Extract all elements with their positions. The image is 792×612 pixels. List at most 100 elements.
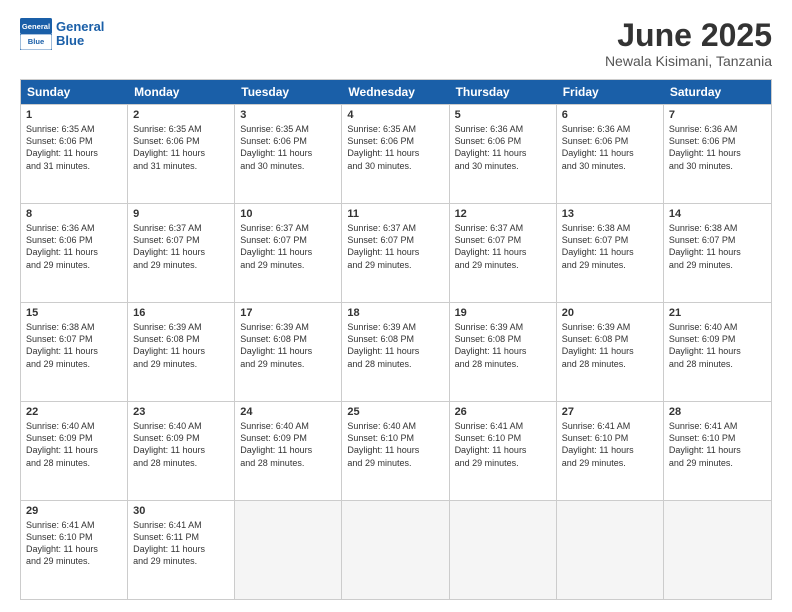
- day-info: Sunrise: 6:41 AM Sunset: 6:10 PM Dayligh…: [26, 519, 122, 568]
- calendar-cell-7: 7Sunrise: 6:36 AM Sunset: 6:06 PM Daylig…: [664, 105, 771, 203]
- day-number: 1: [26, 109, 122, 121]
- day-number: 24: [240, 406, 336, 418]
- calendar-cell-29: 29 Sunrise: 6:41 AM Sunset: 6:10 PM Dayli…: [21, 501, 128, 599]
- day-number: 16: [133, 307, 229, 319]
- day-number: 20: [562, 307, 658, 319]
- calendar-cell-13: 13Sunrise: 6:38 AM Sunset: 6:07 PM Dayli…: [557, 204, 664, 302]
- svg-text:General: General: [22, 22, 50, 31]
- day-number: 23: [133, 406, 229, 418]
- calendar-cell-17: 17 Sunrise: 6:39 AM Sunset: 6:08 PM Dayli…: [235, 303, 342, 401]
- day-number: 28: [669, 406, 766, 418]
- calendar-row-1: 1 Sunrise: 6:35 AM Sunset: 6:06 PM Daylig…: [21, 104, 771, 203]
- calendar-row-5: 29 Sunrise: 6:41 AM Sunset: 6:10 PM Dayli…: [21, 500, 771, 599]
- calendar-header-thursday: Thursday: [450, 80, 557, 104]
- day-info: Sunrise: 6:40 AM Sunset: 6:09 PM Dayligh…: [669, 321, 766, 370]
- day-info: Sunrise: 6:35 AM Sunset: 6:06 PM Dayligh…: [347, 123, 443, 172]
- calendar-cell-18: 18 Sunrise: 6:39 AM Sunset: 6:08 PM Dayli…: [342, 303, 449, 401]
- calendar-cell-12: 12 Sunrise: 6:37 AM Sunset: 6:07 PM Dayli…: [450, 204, 557, 302]
- day-number: 29: [26, 505, 122, 517]
- calendar-cell-27: 27Sunrise: 6:41 AM Sunset: 6:10 PM Dayli…: [557, 402, 664, 500]
- calendar-row-3: 15 Sunrise: 6:38 AM Sunset: 6:07 PM Dayli…: [21, 302, 771, 401]
- day-info: Sunrise: 6:37 AM Sunset: 6:07 PM Dayligh…: [133, 222, 229, 271]
- calendar-cell-24: 24 Sunrise: 6:40 AM Sunset: 6:09 PM Dayli…: [235, 402, 342, 500]
- calendar-cell-11: 11 Sunrise: 6:37 AM Sunset: 6:07 PM Dayli…: [342, 204, 449, 302]
- page: General Blue GeneralBlue June 2025 Newal…: [0, 0, 792, 612]
- calendar-cell-1: 1 Sunrise: 6:35 AM Sunset: 6:06 PM Daylig…: [21, 105, 128, 203]
- day-number: 7: [669, 109, 766, 121]
- day-info: Sunrise: 6:36 AM Sunset: 6:06 PM Dayligh…: [455, 123, 551, 172]
- day-number: 3: [240, 109, 336, 121]
- day-info: Sunrise: 6:38 AM Sunset: 6:07 PM Dayligh…: [562, 222, 658, 271]
- calendar-cell-20: 20 Sunrise: 6:39 AM Sunset: 6:08 PM Dayli…: [557, 303, 664, 401]
- day-info: Sunrise: 6:40 AM Sunset: 6:10 PM Dayligh…: [347, 420, 443, 469]
- calendar-cell-16: 16Sunrise: 6:39 AM Sunset: 6:08 PM Dayli…: [128, 303, 235, 401]
- day-number: 10: [240, 208, 336, 220]
- calendar-header: SundayMondayTuesdayWednesdayThursdayFrid…: [21, 80, 771, 104]
- day-number: 22: [26, 406, 122, 418]
- calendar-cell-empty: [342, 501, 449, 599]
- calendar-cell-21: 21Sunrise: 6:40 AM Sunset: 6:09 PM Dayli…: [664, 303, 771, 401]
- calendar-cell-5: 5 Sunrise: 6:36 AM Sunset: 6:06 PM Daylig…: [450, 105, 557, 203]
- logo: General Blue GeneralBlue: [20, 18, 104, 50]
- calendar-body: 1 Sunrise: 6:35 AM Sunset: 6:06 PM Daylig…: [21, 104, 771, 599]
- header: General Blue GeneralBlue June 2025 Newal…: [20, 18, 772, 69]
- day-info: Sunrise: 6:35 AM Sunset: 6:06 PM Dayligh…: [26, 123, 122, 172]
- calendar-cell-empty: [557, 501, 664, 599]
- day-info: Sunrise: 6:38 AM Sunset: 6:07 PM Dayligh…: [26, 321, 122, 370]
- calendar-cell-9: 9 Sunrise: 6:37 AM Sunset: 6:07 PM Daylig…: [128, 204, 235, 302]
- calendar-cell-28: 28Sunrise: 6:41 AM Sunset: 6:10 PM Dayli…: [664, 402, 771, 500]
- calendar-cell-25: 25 Sunrise: 6:40 AM Sunset: 6:10 PM Dayli…: [342, 402, 449, 500]
- day-info: Sunrise: 6:39 AM Sunset: 6:08 PM Dayligh…: [347, 321, 443, 370]
- day-info: Sunrise: 6:39 AM Sunset: 6:08 PM Dayligh…: [240, 321, 336, 370]
- calendar-cell-23: 23 Sunrise: 6:40 AM Sunset: 6:09 PM Dayli…: [128, 402, 235, 500]
- calendar-cell-19: 19Sunrise: 6:39 AM Sunset: 6:08 PM Dayli…: [450, 303, 557, 401]
- day-info: Sunrise: 6:40 AM Sunset: 6:09 PM Dayligh…: [240, 420, 336, 469]
- subtitle: Newala Kisimani, Tanzania: [605, 53, 772, 69]
- calendar-cell-empty: [235, 501, 342, 599]
- day-info: Sunrise: 6:40 AM Sunset: 6:09 PM Dayligh…: [26, 420, 122, 469]
- calendar-cell-empty: [664, 501, 771, 599]
- day-number: 25: [347, 406, 443, 418]
- day-number: 2: [133, 109, 229, 121]
- calendar-cell-30: 30Sunrise: 6:41 AM Sunset: 6:11 PM Dayli…: [128, 501, 235, 599]
- logo-text: GeneralBlue: [56, 20, 104, 49]
- calendar-cell-22: 22 Sunrise: 6:40 AM Sunset: 6:09 PM Dayli…: [21, 402, 128, 500]
- day-number: 9: [133, 208, 229, 220]
- day-info: Sunrise: 6:39 AM Sunset: 6:08 PM Dayligh…: [562, 321, 658, 370]
- calendar-header-monday: Monday: [128, 80, 235, 104]
- calendar-cell-empty: [450, 501, 557, 599]
- calendar-row-2: 8Sunrise: 6:36 AM Sunset: 6:06 PM Daylig…: [21, 203, 771, 302]
- day-info: Sunrise: 6:36 AM Sunset: 6:06 PM Dayligh…: [26, 222, 122, 271]
- day-info: Sunrise: 6:37 AM Sunset: 6:07 PM Dayligh…: [347, 222, 443, 271]
- calendar-header-friday: Friday: [557, 80, 664, 104]
- day-info: Sunrise: 6:40 AM Sunset: 6:09 PM Dayligh…: [133, 420, 229, 469]
- day-number: 26: [455, 406, 551, 418]
- calendar-header-wednesday: Wednesday: [342, 80, 449, 104]
- day-info: Sunrise: 6:35 AM Sunset: 6:06 PM Dayligh…: [240, 123, 336, 172]
- calendar-cell-14: 14Sunrise: 6:38 AM Sunset: 6:07 PM Dayli…: [664, 204, 771, 302]
- calendar-cell-3: 3 Sunrise: 6:35 AM Sunset: 6:06 PM Daylig…: [235, 105, 342, 203]
- day-number: 18: [347, 307, 443, 319]
- day-number: 15: [26, 307, 122, 319]
- calendar-cell-4: 4Sunrise: 6:35 AM Sunset: 6:06 PM Daylig…: [342, 105, 449, 203]
- day-number: 6: [562, 109, 658, 121]
- day-number: 5: [455, 109, 551, 121]
- day-number: 12: [455, 208, 551, 220]
- day-info: Sunrise: 6:37 AM Sunset: 6:07 PM Dayligh…: [455, 222, 551, 271]
- calendar-cell-6: 6 Sunrise: 6:36 AM Sunset: 6:06 PM Daylig…: [557, 105, 664, 203]
- day-info: Sunrise: 6:35 AM Sunset: 6:06 PM Dayligh…: [133, 123, 229, 172]
- day-number: 11: [347, 208, 443, 220]
- title-block: June 2025 Newala Kisimani, Tanzania: [605, 18, 772, 69]
- calendar-header-saturday: Saturday: [664, 80, 771, 104]
- day-info: Sunrise: 6:39 AM Sunset: 6:08 PM Dayligh…: [455, 321, 551, 370]
- calendar-header-sunday: Sunday: [21, 80, 128, 104]
- day-info: Sunrise: 6:41 AM Sunset: 6:10 PM Dayligh…: [455, 420, 551, 469]
- calendar-header-tuesday: Tuesday: [235, 80, 342, 104]
- calendar-cell-2: 2 Sunrise: 6:35 AM Sunset: 6:06 PM Daylig…: [128, 105, 235, 203]
- day-number: 17: [240, 307, 336, 319]
- day-info: Sunrise: 6:41 AM Sunset: 6:10 PM Dayligh…: [562, 420, 658, 469]
- calendar-cell-10: 10Sunrise: 6:37 AM Sunset: 6:07 PM Dayli…: [235, 204, 342, 302]
- calendar-cell-8: 8Sunrise: 6:36 AM Sunset: 6:06 PM Daylig…: [21, 204, 128, 302]
- day-info: Sunrise: 6:36 AM Sunset: 6:06 PM Dayligh…: [562, 123, 658, 172]
- day-number: 14: [669, 208, 766, 220]
